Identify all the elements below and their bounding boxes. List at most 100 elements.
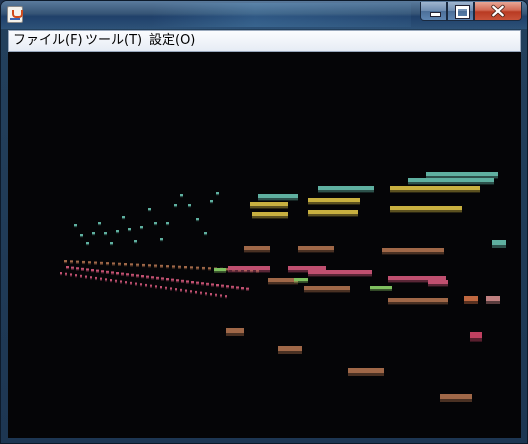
dot-note [185, 289, 187, 293]
dot-note [220, 294, 222, 298]
dot-note [186, 280, 189, 284]
zigzag-note [160, 238, 163, 242]
dot-note [86, 268, 89, 272]
title-bar[interactable] [1, 1, 527, 29]
dot-note [91, 269, 94, 273]
dot-note [221, 284, 224, 288]
dot-note [190, 290, 192, 294]
zigzag-note [122, 216, 125, 220]
note-bar-olive [252, 212, 288, 219]
dot-note [76, 260, 79, 264]
dot-note [96, 269, 99, 273]
note-bar-olive [390, 186, 480, 193]
note-bar-teal [318, 186, 374, 193]
note-bar-near [440, 394, 472, 402]
dot-note [70, 273, 72, 277]
zigzag-note [196, 218, 199, 222]
zigzag-note [98, 222, 101, 226]
dot-note [65, 272, 67, 276]
zigzag-note [116, 230, 119, 234]
zigzag-note [166, 222, 169, 226]
note-bar-brown [388, 298, 448, 305]
dot-note [141, 275, 144, 279]
note-bar-brown [304, 286, 350, 293]
note-bar-brown [298, 246, 334, 253]
dot-note [226, 285, 229, 289]
dot-note [94, 261, 97, 265]
dot-note [155, 285, 157, 289]
zigzag-note [188, 204, 191, 208]
dot-note [110, 279, 112, 283]
note-bar-teal [408, 178, 494, 185]
zigzag-note [154, 222, 157, 226]
dot-note [166, 278, 169, 282]
dot-note [121, 272, 124, 276]
dot-note [145, 283, 147, 288]
dot-note [241, 287, 244, 291]
menu-settings[interactable]: 設定(O) [149, 31, 195, 51]
zigzag-note [210, 200, 213, 204]
dot-note [178, 265, 181, 269]
minimize-button[interactable] [420, 2, 447, 21]
zigzag-note [92, 232, 95, 236]
note-bar-near [348, 368, 384, 376]
dot-note [85, 275, 87, 279]
dot-note [231, 285, 234, 289]
dot-note [201, 282, 204, 286]
note-bar-olive [390, 206, 462, 213]
close-button[interactable] [474, 2, 522, 21]
minimize-icon [430, 12, 441, 17]
dot-note [171, 278, 174, 282]
zigzag-note [180, 194, 183, 198]
note-bar-olive [308, 198, 360, 205]
dot-note [200, 291, 202, 295]
dot-note [172, 265, 175, 269]
note-bar-teal [426, 172, 498, 179]
dot-note [136, 274, 139, 278]
dot-note [156, 276, 159, 280]
dot-note [210, 293, 212, 297]
dot-note [60, 272, 62, 276]
dot-note [151, 276, 154, 280]
dot-note [215, 293, 217, 297]
zigzag-note [174, 204, 177, 208]
dot-note [70, 260, 73, 264]
dot-note [205, 292, 207, 296]
dot-note [142, 263, 145, 268]
java-cup-icon[interactable] [7, 6, 23, 23]
dot-note [106, 270, 109, 274]
dot-note [136, 263, 139, 267]
dot-note [181, 279, 184, 283]
menu-tools[interactable]: ツール(T) [85, 31, 142, 51]
dot-note [211, 283, 214, 287]
maximize-button[interactable] [447, 2, 474, 21]
zigzag-note [128, 228, 131, 232]
dot-note [88, 261, 91, 265]
dot-note [206, 282, 209, 286]
dot-note [112, 262, 115, 266]
zigzag-note [104, 232, 107, 236]
dot-note [160, 264, 163, 268]
note-bar-pink [308, 270, 372, 277]
dot-note [90, 276, 92, 280]
dot-note [118, 262, 121, 266]
dot-note [166, 265, 169, 269]
note-visualization [60, 172, 506, 402]
dot-note [176, 279, 179, 283]
maximize-icon [455, 5, 470, 19]
dot-note [80, 274, 82, 278]
dot-note [126, 273, 129, 277]
dot-note [246, 287, 249, 291]
dot-note [64, 260, 67, 264]
dot-note [71, 266, 74, 270]
dot-note [154, 264, 157, 268]
note-bar-olive [308, 210, 358, 217]
note-bar-olive [250, 202, 288, 209]
dot-note [124, 263, 127, 267]
menu-file[interactable]: ファイル(F) [13, 31, 83, 51]
visualizer-canvas[interactable] [8, 52, 521, 438]
note-bar-teal [258, 194, 298, 201]
close-icon [491, 4, 505, 18]
note-bar-green [214, 268, 226, 273]
note-bar-green [370, 286, 392, 291]
